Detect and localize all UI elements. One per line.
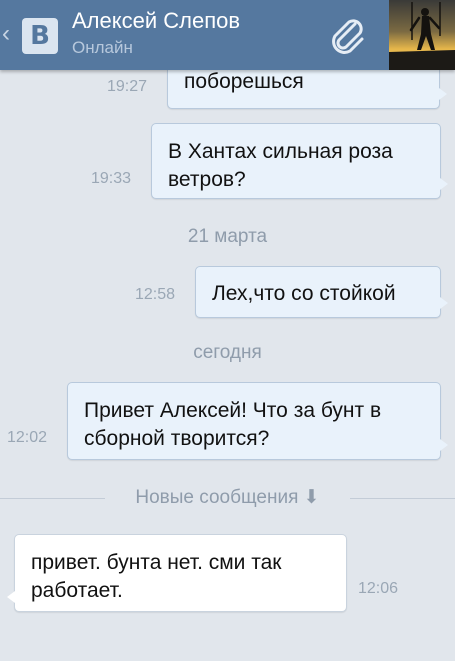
message-bubble[interactable]: В Хантах сильная роза ветров? <box>151 123 448 199</box>
message-bubble[interactable]: Лех,что со стойкой <box>195 266 448 318</box>
vk-logo-icon[interactable]: В <box>22 18 58 54</box>
date-separator: 21 марта <box>187 226 268 247</box>
back-chevron-icon[interactable]: ‹ <box>2 22 10 46</box>
message-time: 19:33 <box>91 170 132 187</box>
paperclip-icon <box>332 19 364 54</box>
message-text: Привет Алексей! Что за бунт в сборной тв… <box>84 399 382 450</box>
attach-button[interactable] <box>325 14 369 58</box>
message-text: поборешься <box>184 70 304 93</box>
contact-status: Онлайн <box>72 38 133 57</box>
skier-silhouette-avatar <box>389 0 455 70</box>
chat-header: ‹ В Алексей Слепов Онлайн <box>0 0 455 70</box>
message-bubble[interactable]: Привет Алексей! Что за бунт в сборной тв… <box>67 382 448 460</box>
message-time: 12:02 <box>7 429 48 446</box>
message-text: В Хантах сильная роза ветров? <box>168 140 393 191</box>
message-text: Лех,что со стойкой <box>212 282 396 305</box>
message-text: привет. бунта нет. сми так работает. <box>31 551 282 602</box>
message-time: 19:27 <box>107 78 148 95</box>
contact-avatar[interactable] <box>389 0 455 70</box>
contact-name[interactable]: Алексей Слепов <box>72 8 240 34</box>
message-time: 12:58 <box>135 286 176 303</box>
message-bubble[interactable]: привет. бунта нет. сми так работает. <box>7 534 347 612</box>
message-time: 12:06 <box>358 580 399 597</box>
date-separator: сегодня <box>193 342 262 363</box>
new-messages-label: Новые сообщения ⬇ <box>135 487 320 508</box>
